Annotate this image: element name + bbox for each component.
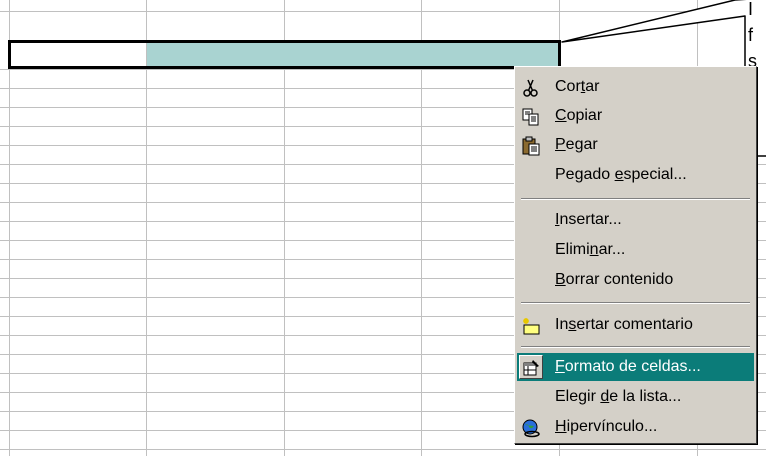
- menu-item-cut[interactable]: Cortar: [517, 73, 754, 101]
- menu-item-format-cells[interactable]: Formato de celdas...: [517, 353, 754, 381]
- menu-separator: [521, 346, 750, 348]
- callout-line-2: f: [748, 25, 754, 45]
- menu-item-paste-special[interactable]: Pegado especial...: [517, 161, 754, 189]
- menu-item-pick-from-list[interactable]: Elegir de la lista...: [517, 383, 754, 411]
- menu-item-hyperlink[interactable]: Hipervínculo...: [517, 413, 754, 441]
- context-menu: Cortar Copiar Pegar Pegado especial... I…: [514, 66, 757, 444]
- menu-item-insert-comment[interactable]: Insertar comentario: [517, 311, 754, 339]
- menu-label-pick-from-list: Elegir de la lista...: [555, 388, 682, 405]
- format-cells-icon: [523, 360, 539, 376]
- menu-label-paste-special: Pegado especial...: [555, 166, 687, 183]
- menu-label-copy: Copiar: [555, 107, 603, 124]
- selected-range-border[interactable]: [8, 40, 561, 69]
- menu-separator: [521, 198, 750, 200]
- callout-line-1: I: [748, 0, 754, 19]
- hyperlink-icon: [522, 419, 540, 438]
- menu-label-hyperlink: Hipervínculo...: [555, 418, 658, 435]
- menu-label-format-cells: Formato de celdas...: [555, 358, 701, 375]
- menu-item-paste[interactable]: Pegar: [517, 131, 754, 159]
- menu-separator: [521, 302, 750, 304]
- menu-label-paste: Pegar: [555, 136, 598, 153]
- menu-item-insert[interactable]: Insertar...: [517, 206, 754, 234]
- menu-item-copy[interactable]: Copiar: [517, 102, 754, 130]
- menu-label-delete: Eliminar...: [555, 241, 626, 258]
- insert-comment-icon: [523, 318, 540, 335]
- menu-label-insert-comment: Insertar comentario: [555, 316, 693, 333]
- menu-item-delete[interactable]: Eliminar...: [517, 236, 754, 264]
- menu-label-cut: Cortar: [555, 78, 600, 95]
- menu-item-clear-contents[interactable]: Borrar contenido: [517, 266, 754, 294]
- scissors-icon: [523, 79, 538, 97]
- paste-icon: [522, 136, 540, 156]
- menu-label-clear-contents: Borrar contenido: [555, 271, 674, 288]
- copy-icon: [522, 108, 539, 126]
- menu-label-insert: Insertar...: [555, 211, 622, 228]
